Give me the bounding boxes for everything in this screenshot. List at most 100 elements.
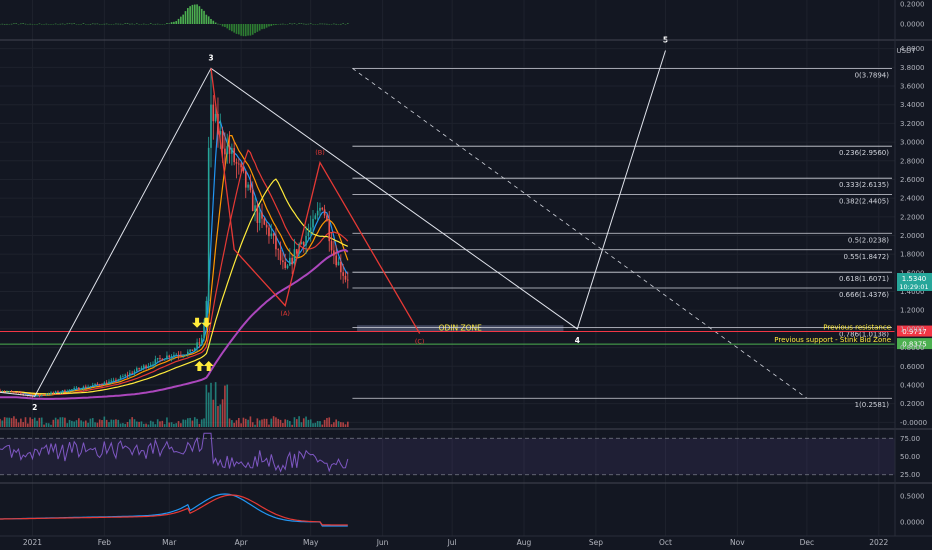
top-osc-bar [117, 23, 120, 25]
volume-bar [64, 417, 66, 427]
top-osc-bar [38, 23, 41, 25]
top-osc-bar [182, 14, 184, 24]
volume-bar [91, 418, 94, 427]
top-osc-bar [279, 23, 282, 25]
volume-bar [89, 418, 92, 427]
top-osc-bar [170, 22, 173, 24]
top-osc-bar [75, 24, 78, 25]
top-osc-bar [161, 24, 164, 25]
volume-bar [24, 417, 27, 427]
volume-bar [342, 422, 344, 427]
volume-bar [314, 422, 317, 427]
candle-body [249, 184, 252, 191]
top-osc-bar [330, 24, 333, 25]
candle-body [156, 357, 159, 360]
candle-body [61, 390, 64, 393]
fib-level-label: 0.333(2.6135) [839, 181, 889, 189]
candle-body [6, 391, 8, 393]
candle-body [57, 391, 59, 393]
top-osc-bar [17, 24, 20, 25]
top-osc-bar [163, 24, 166, 25]
price-tick-label: 2.2000 [900, 213, 925, 221]
candle-body [163, 359, 166, 361]
top-osc-bar [15, 23, 18, 24]
volume-bar [309, 419, 312, 427]
candle-body [87, 386, 89, 388]
price-tick-label: 2.0000 [900, 232, 925, 240]
volume-bar [293, 417, 296, 427]
volume-bar [228, 418, 231, 427]
rsi-tick: 25.00 [900, 471, 920, 479]
candle-body [124, 374, 127, 377]
candle-body [279, 250, 282, 261]
candle-body [282, 260, 284, 263]
price-tick-label: 3.4000 [900, 101, 925, 109]
volume-bar [284, 419, 287, 427]
top-osc-bar [154, 23, 157, 25]
candle-body [344, 275, 347, 280]
price-tick-label: -0.0000 [900, 419, 927, 427]
volume-bar [175, 423, 178, 427]
top-osc-bar [307, 23, 310, 25]
top-osc-bar [91, 23, 94, 25]
candle-body [71, 389, 73, 391]
volume-bar [10, 418, 13, 427]
top-osc-bar [87, 24, 89, 25]
candle-body [333, 250, 335, 256]
candle-body [270, 233, 273, 237]
fib-level-label: 1(0.2581) [855, 401, 890, 409]
candle-body [68, 389, 71, 392]
candle-body [89, 385, 92, 387]
volume-bar [98, 419, 101, 427]
trading-chart[interactable]: 0.20000.0000 ODIN ZONE 0(3.7894)0.236(2.… [0, 0, 932, 550]
candle-body [228, 146, 231, 154]
candle-body [238, 163, 240, 165]
volume-bar [335, 419, 338, 427]
top-osc-bar [203, 10, 205, 24]
candle-body [224, 148, 226, 155]
candle-body [193, 347, 196, 351]
top-osc-bar [333, 23, 335, 25]
candle-body [180, 355, 182, 357]
top-osc-bar [286, 24, 289, 25]
volume-bar [173, 423, 175, 427]
candle-body [154, 359, 157, 365]
candle-body [8, 391, 11, 393]
top-osc-bar [43, 24, 45, 25]
top-osc-bar [149, 23, 152, 24]
top-osc-bar [52, 24, 55, 25]
volume-bar [272, 416, 275, 427]
fib-level-label: 0.236(2.9560) [839, 149, 889, 157]
candle-body [47, 394, 50, 396]
top-osc-bar [22, 23, 24, 24]
volume-bar [112, 419, 115, 427]
volume-bar [50, 424, 52, 427]
candle-body [265, 224, 268, 228]
candle-body [94, 383, 96, 386]
top-osc-bar [110, 24, 113, 25]
volume-bar [124, 423, 127, 427]
candle-body [122, 376, 124, 378]
candle-body [184, 354, 187, 356]
top-osc-tick: 0.2000 [900, 1, 925, 9]
top-osc-bar [309, 23, 312, 25]
candle-body [50, 392, 52, 395]
wave-label: 4 [575, 336, 580, 345]
top-osc-bar [212, 20, 215, 24]
volume-bar [254, 424, 256, 427]
price-tick-label: 1.0000 [900, 325, 925, 333]
top-osc-bar [126, 23, 129, 24]
top-osc-bar [94, 23, 96, 25]
top-osc-bar [191, 4, 194, 25]
top-osc-bar [305, 23, 307, 25]
top-osc-bar [103, 23, 106, 25]
top-osc-bar [89, 23, 92, 25]
top-osc-bar [238, 24, 240, 35]
volume-bar [240, 423, 242, 427]
price-tick-label: 0.4000 [900, 381, 925, 389]
candle-body [293, 249, 296, 265]
volume-bar [147, 424, 150, 427]
top-osc-bar [302, 23, 305, 25]
volume-bar [27, 423, 29, 427]
volume-bar [180, 423, 182, 427]
